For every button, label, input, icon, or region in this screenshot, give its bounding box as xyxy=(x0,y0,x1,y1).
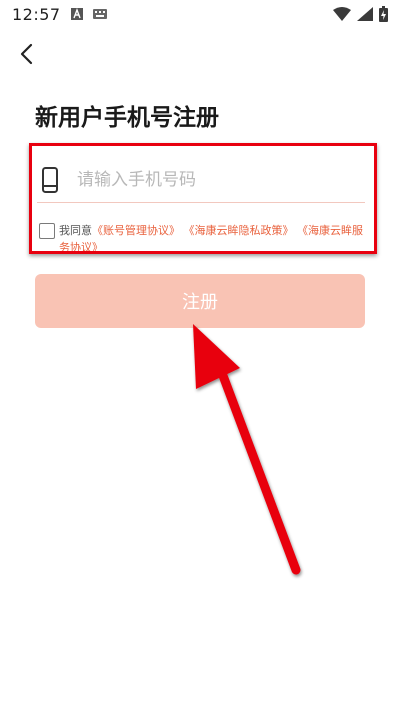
annotation-arrow xyxy=(193,324,301,575)
